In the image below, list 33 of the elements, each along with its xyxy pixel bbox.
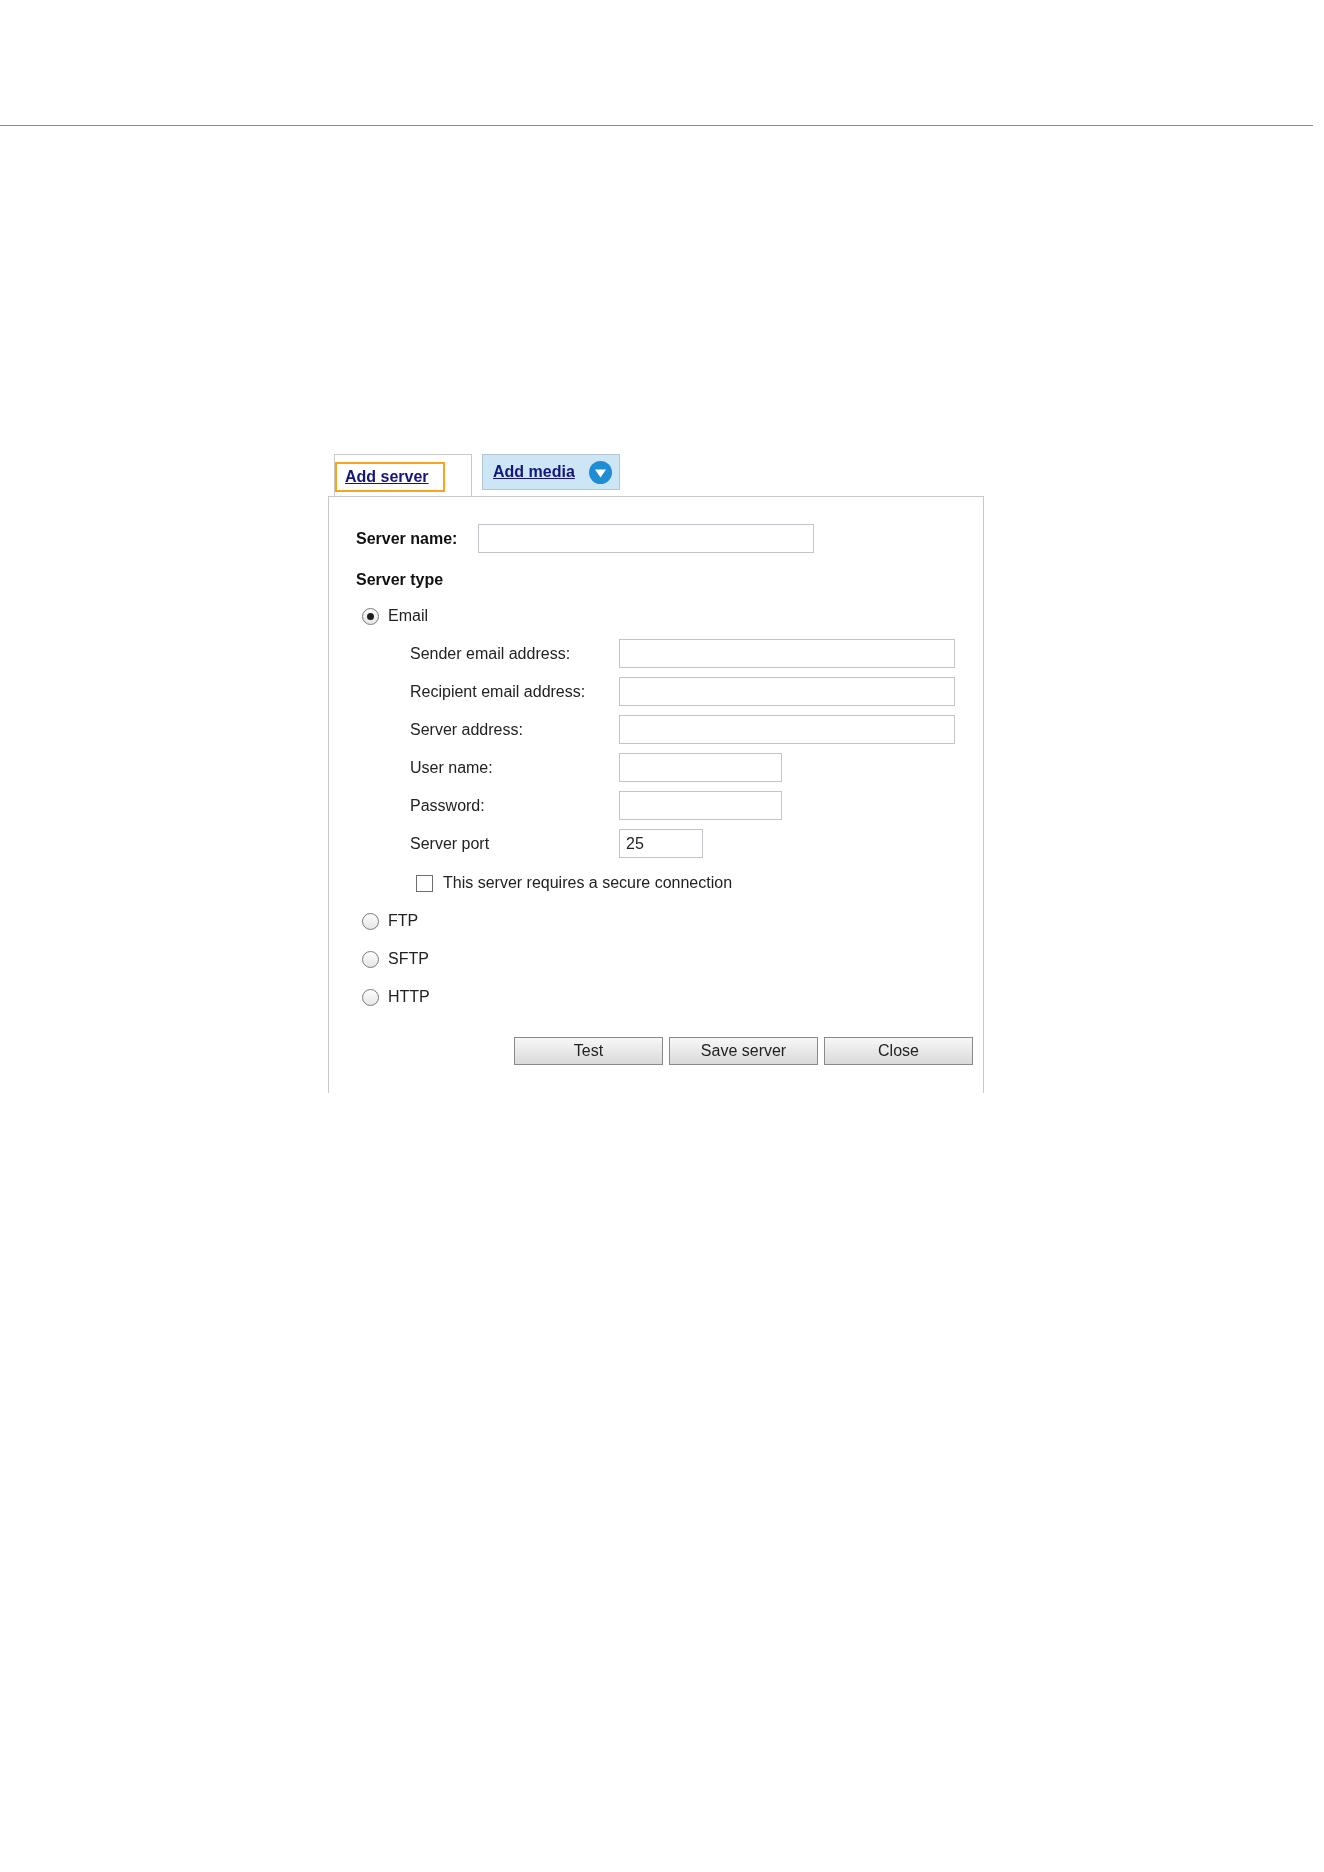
radio-button[interactable] (362, 988, 379, 1006)
button[interactable]: Save server (669, 1037, 818, 1065)
field-label: Server port (410, 833, 491, 854)
field-label: Server address: (410, 719, 524, 740)
text-field[interactable] (478, 524, 814, 553)
button[interactable]: Close (824, 1037, 973, 1065)
text-field[interactable] (619, 677, 955, 706)
radio-button[interactable] (362, 950, 379, 968)
button[interactable]: Test (514, 1037, 663, 1065)
tab-link[interactable]: Add server (335, 462, 445, 492)
radio-label[interactable]: FTP (388, 911, 419, 931)
radio-label[interactable]: HTTP (388, 987, 430, 1007)
text-field[interactable] (619, 791, 782, 820)
text-field[interactable] (619, 639, 955, 668)
field-label: Password: (410, 795, 486, 816)
section-label: Server type (356, 570, 444, 590)
radio-button[interactable] (362, 607, 379, 625)
tab-link[interactable]: Add media (493, 462, 575, 482)
radio-label[interactable]: Email (388, 606, 428, 626)
tab[interactable]: Add server (334, 454, 472, 496)
text-field[interactable] (619, 715, 955, 744)
text-field[interactable]: 25 (619, 829, 703, 858)
text-field[interactable] (619, 753, 782, 782)
dropdown-icon[interactable] (588, 460, 612, 484)
radio-label[interactable]: SFTP (388, 949, 429, 969)
field-label: Sender email address: (410, 643, 572, 664)
field-label: User name: (410, 757, 494, 778)
field-label: Recipient email address: (410, 681, 587, 702)
checkbox-label[interactable]: This server requires a secure connection (443, 873, 733, 893)
checkbox[interactable] (416, 874, 433, 892)
field-label: Server name: (356, 528, 459, 549)
tab[interactable]: Add media (482, 454, 620, 490)
radio-button[interactable] (362, 912, 379, 930)
